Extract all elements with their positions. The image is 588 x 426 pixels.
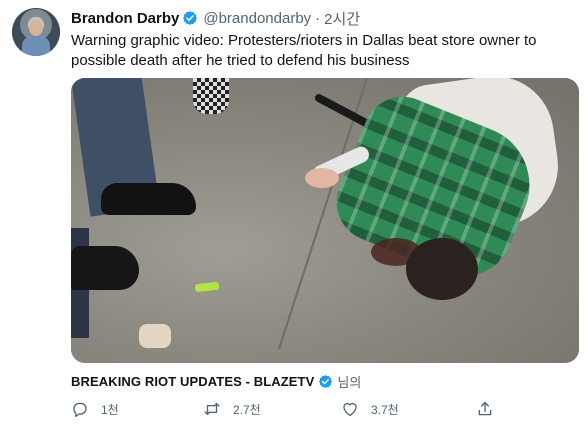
share-button[interactable] xyxy=(476,398,494,420)
media-source-name[interactable]: BREAKING RIOT UPDATES - BLAZETV xyxy=(71,374,314,389)
video-media[interactable] xyxy=(71,78,579,363)
like-count: 3.7천 xyxy=(371,402,399,417)
retweet-count: 2.7천 xyxy=(233,402,261,417)
verified-badge-icon xyxy=(319,374,333,389)
reply-button[interactable]: 1천 xyxy=(71,398,119,420)
reply-icon xyxy=(73,402,87,417)
like-button[interactable]: 3.7천 xyxy=(341,398,399,420)
separator-dot: · xyxy=(315,9,321,27)
media-source[interactable]: BREAKING RIOT UPDATES - BLAZETV 님의 xyxy=(71,372,361,391)
tweet-header: Brandon Darby @brandondarby · 2시간 xyxy=(71,8,360,28)
tweet[interactable]: Brandon Darby @brandondarby · 2시간 Warnin… xyxy=(0,0,588,426)
retweet-button[interactable]: 2.7천 xyxy=(203,398,261,420)
media-source-suffix: 님의 xyxy=(337,375,362,390)
action-bar: 1천 2.7천 3.7천 xyxy=(71,398,501,420)
handle[interactable]: @brandondarby xyxy=(203,10,311,27)
avatar[interactable] xyxy=(12,8,60,56)
verified-badge-icon xyxy=(183,11,198,25)
timestamp[interactable]: 2시간 xyxy=(324,8,360,29)
reply-count: 1천 xyxy=(101,402,119,417)
display-name[interactable]: Brandon Darby xyxy=(71,10,179,27)
retweet-icon xyxy=(204,403,220,415)
heart-icon xyxy=(343,402,357,417)
tweet-text: Warning graphic video: Protesters/rioter… xyxy=(71,32,537,69)
share-icon xyxy=(478,401,492,416)
